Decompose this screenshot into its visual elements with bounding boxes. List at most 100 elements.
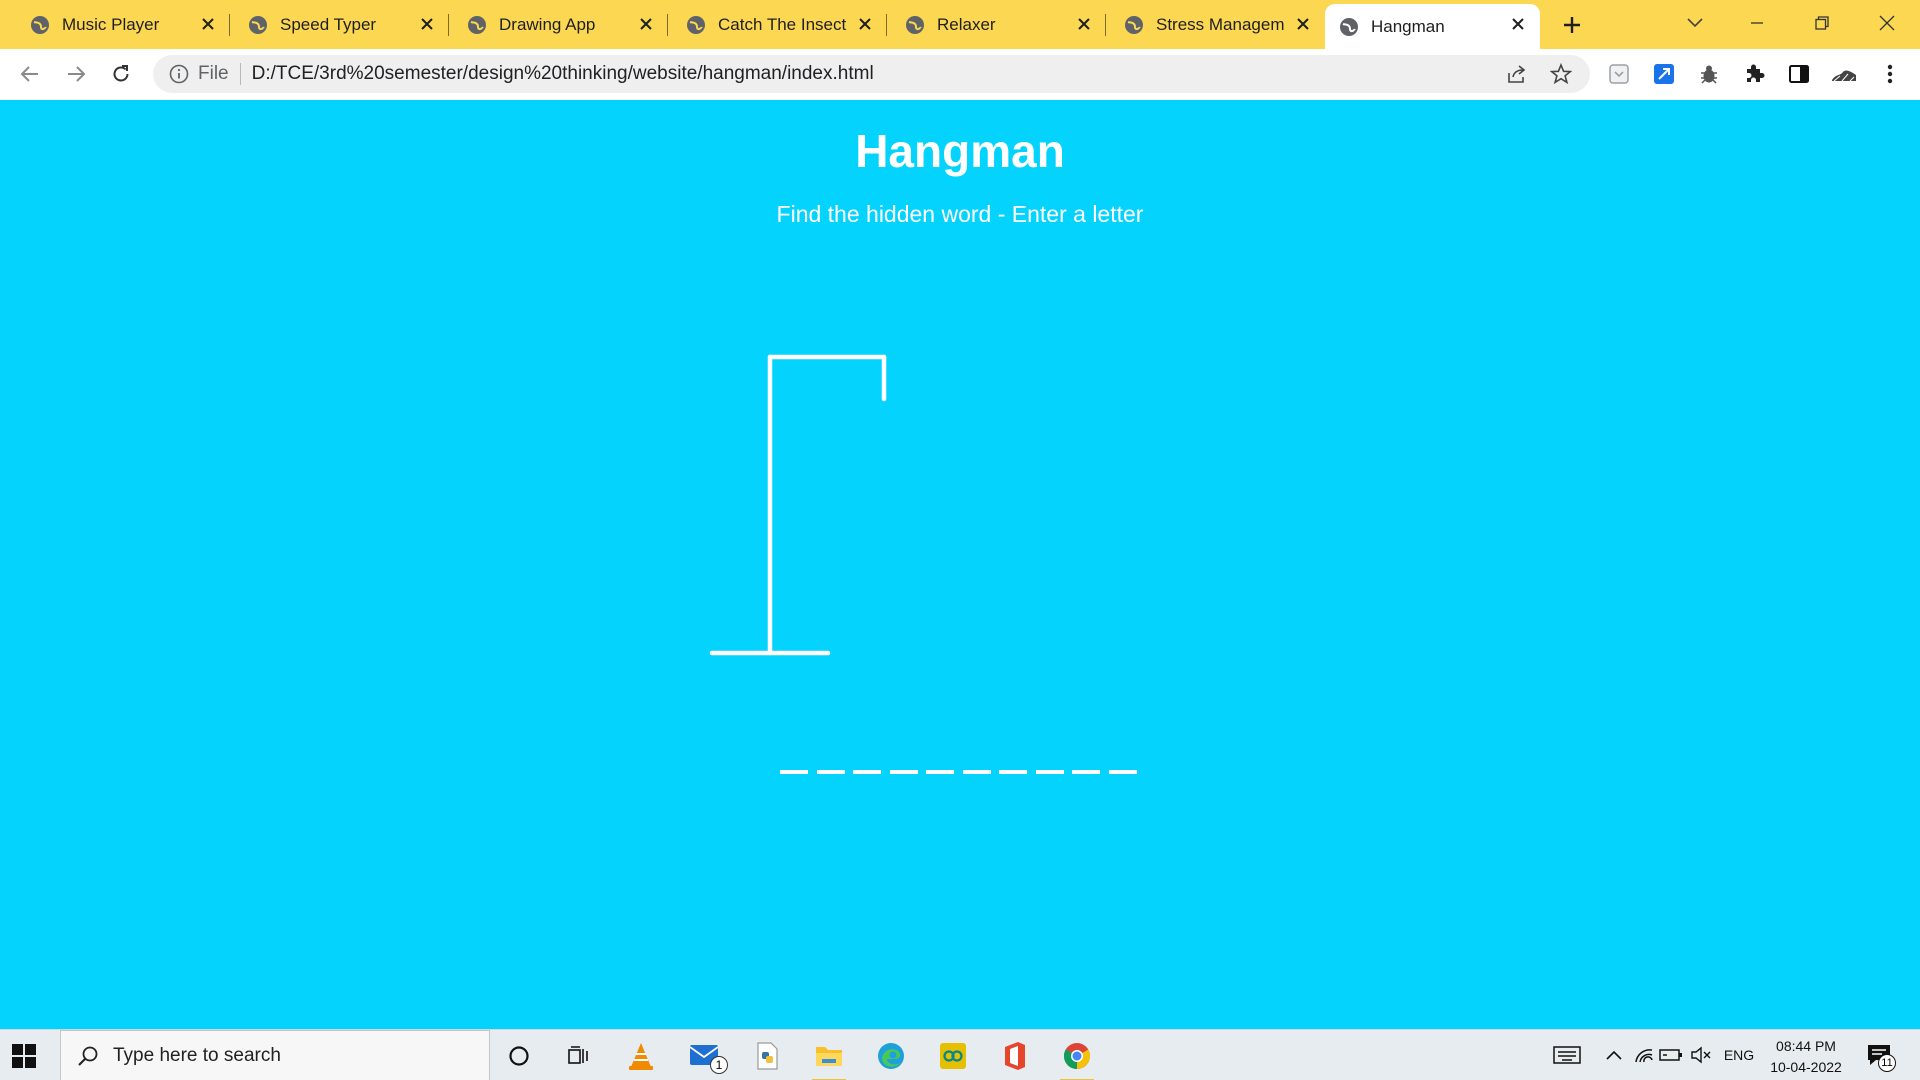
tab-label: Catch The Insect (718, 14, 847, 34)
tab-label: Relaxer (937, 14, 996, 34)
clock-date: 10-04-2022 (1770, 1059, 1842, 1075)
letter-blank (999, 770, 1027, 774)
mail-badge: 1 (710, 1056, 728, 1074)
touch-keyboard-icon[interactable] (1552, 1042, 1582, 1068)
close-icon[interactable] (198, 14, 218, 34)
letter-blank (1035, 770, 1064, 774)
notification-badge: 11 (1878, 1054, 1896, 1072)
folder-icon (816, 1047, 842, 1066)
letter-blank (889, 770, 918, 774)
edge-icon (878, 1043, 904, 1069)
close-icon[interactable] (1293, 14, 1313, 34)
back-button[interactable] (14, 58, 46, 90)
menu-kebab-icon[interactable] (1876, 60, 1904, 88)
letter-blank (780, 770, 808, 774)
python-file-icon (757, 1042, 778, 1070)
file-explorer-app[interactable] (810, 1038, 848, 1080)
restore-button[interactable] (1805, 8, 1839, 38)
url-text[interactable]: D:/TCE/3rd%20semester/design%20thinking/… (252, 63, 874, 85)
globe-icon (468, 15, 486, 34)
task-view-button[interactable] (560, 1038, 598, 1074)
restore-icon (1815, 16, 1829, 30)
tab-hangman[interactable]: Hangman (1325, 4, 1540, 49)
tab-label: Hangman (1371, 16, 1445, 36)
office-app[interactable] (996, 1038, 1034, 1074)
close-icon[interactable] (417, 14, 437, 34)
globe-icon (31, 15, 49, 34)
close-icon[interactable] (855, 14, 875, 34)
info-icon[interactable] (169, 64, 189, 84)
extensions-puzzle-icon[interactable] (1740, 60, 1768, 88)
extension-pocket-icon[interactable] (1605, 60, 1633, 88)
arduino-icon (940, 1043, 966, 1069)
python-app[interactable] (748, 1038, 786, 1074)
close-icon[interactable] (636, 14, 656, 34)
windows-start-icon[interactable] (10, 1042, 38, 1070)
tab-label: Drawing App (499, 14, 596, 34)
letter-blank (816, 770, 845, 774)
tab-strip: Music Player Speed Typer Drawing App Cat… (0, 0, 1920, 49)
taskbar-search[interactable]: Type here to search (60, 1030, 490, 1080)
language-indicator[interactable]: ENG (1720, 1042, 1758, 1068)
letter-blank (926, 770, 954, 774)
battery-icon[interactable] (1658, 1042, 1684, 1068)
page-subtitle: Find the hidden word - Enter a letter (776, 201, 1144, 227)
cortana-button[interactable] (500, 1038, 538, 1074)
letter-blank (1108, 770, 1137, 774)
letter-blank (1072, 770, 1100, 774)
forward-button[interactable] (60, 58, 92, 90)
side-panel-icon[interactable] (1785, 60, 1813, 88)
wifi-icon[interactable] (1632, 1042, 1656, 1068)
close-window-button[interactable] (1870, 8, 1904, 38)
tab-relaxer[interactable]: Relaxer (887, 0, 1106, 49)
chrome-icon (1063, 1043, 1091, 1070)
tab-stress-management[interactable]: Stress Management (1106, 0, 1325, 49)
clock[interactable]: 08:44 PM 10-04-2022 (1758, 1036, 1854, 1078)
close-icon[interactable] (1508, 14, 1528, 34)
edge-app[interactable] (872, 1038, 910, 1074)
arrow-right-icon (68, 66, 86, 82)
share-icon (1508, 65, 1526, 83)
tab-music-player[interactable]: Music Player (0, 0, 230, 49)
tab-drawing-app[interactable]: Drawing App (449, 0, 668, 49)
taskbar: Type here to search 1 ENG 08:44 PM 10-04… (0, 1029, 1920, 1080)
clock-time: 08:44 PM (1776, 1038, 1836, 1054)
share-button[interactable] (1501, 58, 1533, 90)
notification-center-button[interactable]: 11 (1866, 1042, 1896, 1072)
globe-icon (1340, 17, 1358, 36)
bookmark-button[interactable] (1545, 58, 1577, 90)
address-bar[interactable]: File D:/TCE/3rd%20semester/design%20thin… (153, 55, 1590, 93)
extension-resize-icon[interactable] (1650, 60, 1678, 88)
arduino-app[interactable] (934, 1038, 972, 1074)
office-icon (1005, 1042, 1025, 1070)
tab-catch-the-insect[interactable]: Catch The Insect (668, 0, 887, 49)
volume-muted-icon[interactable] (1688, 1042, 1714, 1068)
page-title: Hangman (855, 125, 1065, 177)
scheme-label: File (198, 63, 229, 84)
chrome-app[interactable] (1058, 1038, 1096, 1080)
minimize-icon (1751, 22, 1763, 24)
tab-label: Speed Typer (280, 14, 377, 34)
tab-speed-typer[interactable]: Speed Typer (230, 0, 449, 49)
letter-blank (962, 770, 991, 774)
divider (239, 63, 241, 85)
reload-icon (113, 65, 129, 82)
chevron-up-icon[interactable] (1602, 1042, 1626, 1068)
plus-icon (1564, 17, 1580, 33)
minimize-button[interactable] (1740, 8, 1774, 38)
tab-label: Music Player (62, 14, 160, 34)
globe-icon (249, 15, 267, 34)
mail-app[interactable]: 1 (686, 1038, 728, 1074)
tab-search-button[interactable] (1678, 8, 1712, 38)
globe-icon (906, 15, 924, 34)
arrow-left-icon (20, 66, 38, 82)
extension-bug-icon[interactable] (1695, 60, 1723, 88)
profile-avatar-icon[interactable] (1830, 60, 1858, 88)
close-icon[interactable] (1074, 14, 1094, 34)
vlc-app[interactable] (622, 1038, 660, 1074)
cortana-icon (509, 1046, 529, 1066)
gallows-drawing (709, 354, 887, 656)
reload-button[interactable] (105, 58, 137, 90)
new-tab-button[interactable] (1558, 11, 1586, 39)
star-icon (1550, 63, 1572, 85)
